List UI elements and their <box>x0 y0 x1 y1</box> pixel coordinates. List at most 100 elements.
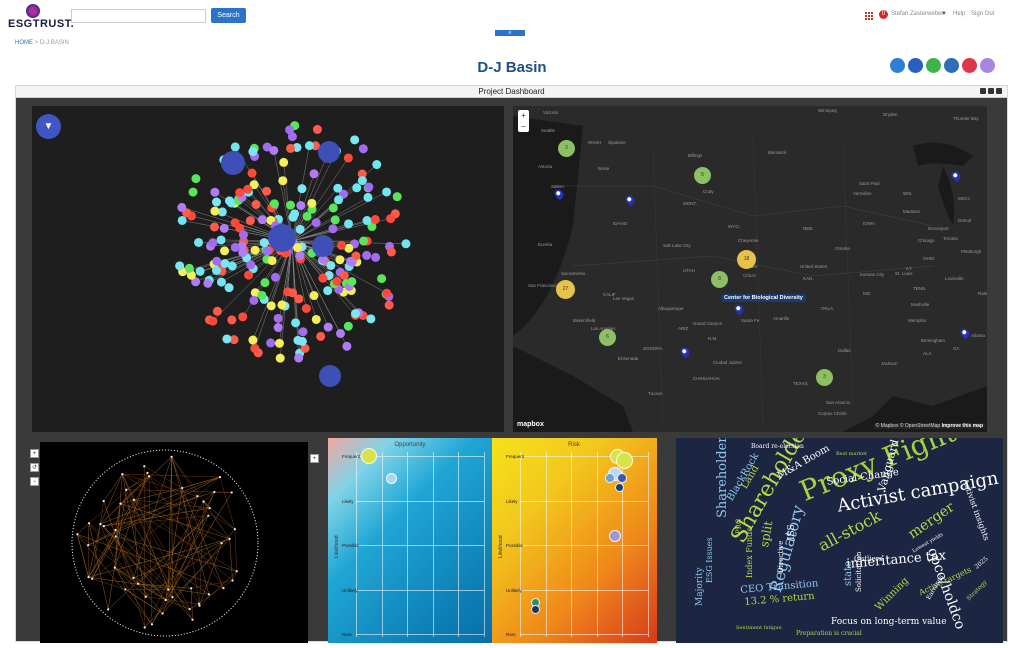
graph-node[interactable] <box>326 261 335 270</box>
risk-bubble[interactable] <box>609 530 621 542</box>
word-cloud-term[interactable]: Preparation is crucial <box>796 631 862 637</box>
graph-node[interactable] <box>132 577 134 579</box>
graph-hub-node[interactable] <box>319 365 341 387</box>
refresh-icon[interactable] <box>980 88 986 94</box>
word-cloud-term[interactable]: Solicitation <box>856 552 863 592</box>
graph-node[interactable] <box>293 243 302 252</box>
graph-node[interactable] <box>362 251 371 260</box>
graph-node[interactable] <box>209 507 211 509</box>
graph-node[interactable] <box>297 184 306 193</box>
expand-button[interactable]: + <box>310 454 319 463</box>
graph-node[interactable] <box>213 307 222 316</box>
graph-node[interactable] <box>189 188 198 197</box>
graph-node[interactable] <box>246 260 255 269</box>
graph-node[interactable] <box>290 209 299 218</box>
map-cluster[interactable]: 6 <box>599 329 616 346</box>
graph-node[interactable] <box>303 212 312 221</box>
word-cloud-term[interactable]: split <box>758 520 774 548</box>
graph-node[interactable] <box>103 525 105 527</box>
maximize-icon[interactable] <box>988 88 994 94</box>
graph-node[interactable] <box>335 255 344 264</box>
graph-node[interactable] <box>401 239 410 248</box>
risk-bubble[interactable] <box>531 605 540 614</box>
graph-node[interactable] <box>296 225 305 234</box>
graph-node[interactable] <box>310 291 319 300</box>
graph-node[interactable] <box>274 314 283 323</box>
word-cloud-term[interactable]: ESG Issues <box>706 537 714 583</box>
word-cloud-term[interactable]: Best market <box>836 452 867 457</box>
graph-node[interactable] <box>336 329 345 338</box>
graph-node[interactable] <box>268 256 277 265</box>
breadcrumb-home[interactable]: HOME <box>15 40 33 46</box>
graph-node[interactable] <box>366 314 375 323</box>
graph-node[interactable] <box>331 215 340 224</box>
graph-node[interactable] <box>363 216 372 225</box>
graph-node[interactable] <box>185 264 194 273</box>
graph-node[interactable] <box>332 277 341 286</box>
zoom-in-button[interactable]: + <box>518 110 529 121</box>
graph-node[interactable] <box>329 203 338 212</box>
export-icon[interactable] <box>926 58 941 73</box>
graph-hub-node[interactable] <box>221 151 245 175</box>
graph-node[interactable] <box>145 596 147 598</box>
graph-hub-node[interactable] <box>318 141 340 163</box>
graph-node[interactable] <box>207 515 209 517</box>
graph-node[interactable] <box>293 336 302 345</box>
graph-node[interactable] <box>288 288 297 297</box>
network-icon[interactable] <box>890 58 905 73</box>
word-cloud-term[interactable]: ISS <box>788 524 797 540</box>
graph-node[interactable] <box>221 542 223 544</box>
word-cloud-term[interactable]: Sentiment fatigue <box>736 626 782 631</box>
map-cluster[interactable]: 8 <box>711 271 728 288</box>
graph-node[interactable] <box>213 491 215 493</box>
graph-node[interactable] <box>387 247 396 256</box>
graph-node[interactable] <box>371 253 380 262</box>
graph-node[interactable] <box>202 501 204 503</box>
graph-node[interactable] <box>236 570 238 572</box>
graph-node[interactable] <box>212 266 221 275</box>
graph-node[interactable] <box>198 605 200 607</box>
map-panel[interactable]: VictoriaSeattleSpokaneAstoriaWASHBilling… <box>513 106 987 432</box>
word-cloud-term[interactable]: all-stock <box>816 508 884 554</box>
graph-node[interactable] <box>191 174 200 183</box>
graph-node[interactable] <box>228 261 237 270</box>
zoom-out-button[interactable]: − <box>30 477 39 486</box>
graph-node[interactable] <box>234 528 236 530</box>
graph-node[interactable] <box>260 238 269 247</box>
word-cloud-panel[interactable]: Proxy FightShareholdersActivist campaign… <box>676 438 1003 643</box>
graph-node[interactable] <box>212 257 221 266</box>
graph-node[interactable] <box>286 144 295 153</box>
word-cloud-term[interactable]: Board re-election <box>751 444 804 450</box>
mapbox-logo[interactable]: mapbox <box>517 421 544 428</box>
map-cluster[interactable]: 2 <box>558 140 575 157</box>
graph-node[interactable] <box>358 176 367 185</box>
graph-node[interactable] <box>161 612 163 614</box>
zoom-out-button[interactable]: − <box>518 121 529 132</box>
graph-node[interactable] <box>359 144 368 153</box>
map-cluster[interactable]: 5 <box>694 167 711 184</box>
graph-node[interactable] <box>344 153 353 162</box>
graph-node[interactable] <box>88 522 90 524</box>
graph-node[interactable] <box>347 277 356 286</box>
graph-node[interactable] <box>307 199 316 208</box>
risk-bubble[interactable] <box>605 473 615 483</box>
word-cloud-term[interactable]: Directive <box>778 541 785 573</box>
graph-node[interactable] <box>312 315 321 324</box>
graph-hub-node[interactable] <box>268 224 296 252</box>
graph-node[interactable] <box>210 188 219 197</box>
graph-node[interactable] <box>231 243 240 252</box>
graph-node[interactable] <box>196 495 198 497</box>
risk-opportunity-panel[interactable]: Opportunity Risk FrequentLikelyPossibleU… <box>328 438 657 643</box>
user-icon[interactable] <box>962 58 977 73</box>
graph-node[interactable] <box>148 475 150 477</box>
apps-grid-icon[interactable] <box>864 11 873 20</box>
graph-node[interactable] <box>246 216 255 225</box>
graph-node[interactable] <box>170 456 172 458</box>
word-cloud-term[interactable]: Focus on long-term value <box>831 618 947 627</box>
graph-node[interactable] <box>364 183 373 192</box>
graph-node[interactable] <box>333 184 342 193</box>
chevron-down-icon[interactable]: ▼ <box>941 11 947 17</box>
graph-node[interactable] <box>302 304 311 313</box>
graph-node[interactable] <box>87 544 89 546</box>
graph-node[interactable] <box>178 216 187 225</box>
